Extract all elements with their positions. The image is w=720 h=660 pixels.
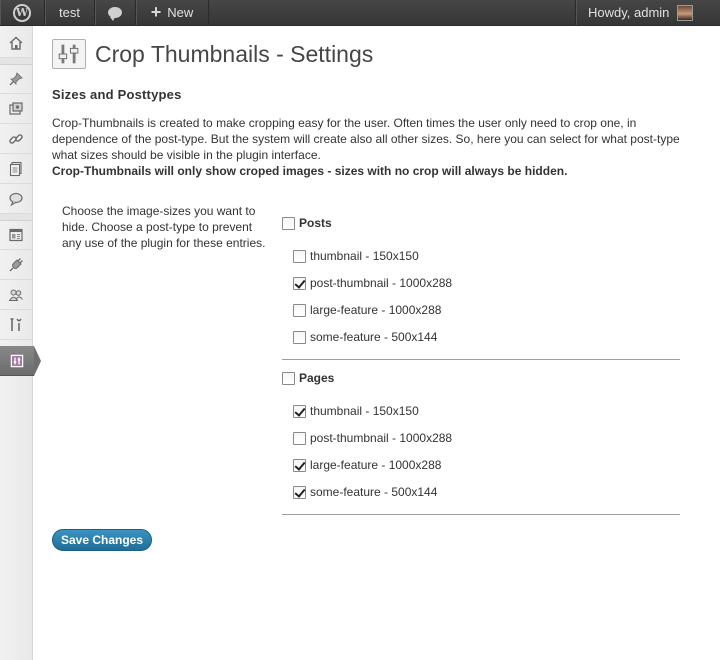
links-icon <box>9 133 23 144</box>
menu-plugins[interactable] <box>0 250 32 280</box>
posttype-pages: Pages thumbnail - 150x150 post-thumbnail… <box>282 370 680 515</box>
menu-pages[interactable] <box>0 154 32 184</box>
new-label: New <box>167 5 194 20</box>
intro-notice: Crop-Thumbnails will only show croped im… <box>52 164 568 178</box>
checkbox[interactable] <box>293 303 306 317</box>
pages-icon <box>9 161 22 176</box>
size-label: some-feature - 500x144 <box>310 330 438 344</box>
divider <box>282 514 680 515</box>
checkbox[interactable] <box>293 458 306 472</box>
admin-side-menu <box>0 26 41 660</box>
checkbox[interactable] <box>293 249 306 263</box>
menu-appearance[interactable] <box>0 220 32 250</box>
dashboard-icon <box>9 36 23 50</box>
size-checkbox-posts-post-thumbnail[interactable]: post-thumbnail - 1000x288 <box>293 275 452 291</box>
menu-settings[interactable] <box>0 346 41 376</box>
checkbox[interactable] <box>293 431 306 445</box>
checkbox[interactable] <box>293 330 306 344</box>
posttype-checkbox-posts[interactable]: Posts <box>282 215 680 231</box>
checkbox[interactable] <box>293 404 306 418</box>
posttype-label: Posts <box>299 216 332 230</box>
menu-posts[interactable] <box>0 64 32 94</box>
appearance-icon <box>9 228 23 241</box>
size-checkbox-pages-large-feature[interactable]: large-feature - 1000x288 <box>293 457 441 473</box>
menu-tools[interactable] <box>0 310 32 340</box>
settings-sliders-icon <box>52 39 86 69</box>
size-label: some-feature - 500x144 <box>310 485 438 499</box>
admin-bar: W test + New Howdy, admin <box>0 0 720 26</box>
avatar <box>677 4 694 21</box>
field-description: Choose the image-sizes you want to hide.… <box>62 204 266 250</box>
wordpress-menu[interactable]: W <box>0 0 45 25</box>
posttype-posts: Posts thumbnail - 150x150 post-thumbnail… <box>282 215 680 360</box>
checkbox[interactable] <box>293 276 306 290</box>
plus-icon: + <box>150 2 162 22</box>
my-account-menu[interactable]: Howdy, admin <box>575 0 720 25</box>
size-label: large-feature - 1000x288 <box>310 303 442 317</box>
checkbox[interactable] <box>282 216 295 230</box>
size-checkbox-pages-some-feature[interactable]: some-feature - 500x144 <box>293 484 437 500</box>
divider <box>282 359 680 360</box>
size-label: post-thumbnail - 1000x288 <box>310 276 453 290</box>
checkbox[interactable] <box>293 485 306 499</box>
size-checkbox-pages-post-thumbnail[interactable]: post-thumbnail - 1000x288 <box>293 430 452 446</box>
wordpress-logo-icon: W <box>13 3 31 22</box>
comments-link[interactable] <box>95 0 136 25</box>
menu-users[interactable] <box>0 280 32 310</box>
save-changes-button[interactable]: Save Changes <box>52 529 152 551</box>
page-title: Crop Thumbnails - Settings <box>95 40 374 67</box>
intro-text: Crop-Thumbnails is created to make cropp… <box>52 115 702 179</box>
greeting-label: Howdy, admin <box>588 5 670 20</box>
posts-pin-icon <box>9 71 23 85</box>
size-label: thumbnail - 150x150 <box>310 249 419 263</box>
comments-icon <box>9 192 23 206</box>
size-checkbox-pages-thumbnail[interactable]: thumbnail - 150x150 <box>293 403 419 419</box>
menu-dashboard[interactable] <box>0 28 32 58</box>
posttype-checkbox-pages[interactable]: Pages <box>282 370 680 386</box>
menu-links[interactable] <box>0 124 32 154</box>
size-label: post-thumbnail - 1000x288 <box>310 431 453 445</box>
checkbox[interactable] <box>282 371 295 385</box>
size-checkbox-posts-large-feature[interactable]: large-feature - 1000x288 <box>293 302 441 318</box>
size-label: large-feature - 1000x288 <box>310 458 442 472</box>
menu-comments[interactable] <box>0 184 32 214</box>
size-label: thumbnail - 150x150 <box>310 404 419 418</box>
site-name-label: test <box>59 5 80 20</box>
tools-icon <box>10 317 22 331</box>
menu-media[interactable] <box>0 94 32 124</box>
settings-icon <box>10 354 24 367</box>
comment-bubble-icon <box>108 7 122 21</box>
plugins-icon <box>9 257 23 271</box>
users-icon <box>8 289 23 301</box>
page-header: Crop Thumbnails - Settings <box>52 39 373 69</box>
size-checkbox-posts-some-feature[interactable]: some-feature - 500x144 <box>293 329 437 345</box>
intro-description: Crop-Thumbnails is created to make cropp… <box>52 116 680 162</box>
posttype-label: Pages <box>299 371 335 385</box>
media-icon <box>9 101 23 115</box>
section-heading: Sizes and Posttypes <box>52 87 182 102</box>
size-checkbox-posts-thumbnail[interactable]: thumbnail - 150x150 <box>293 248 419 264</box>
new-content-menu[interactable]: + New <box>136 0 209 25</box>
site-name-link[interactable]: test <box>45 0 95 25</box>
